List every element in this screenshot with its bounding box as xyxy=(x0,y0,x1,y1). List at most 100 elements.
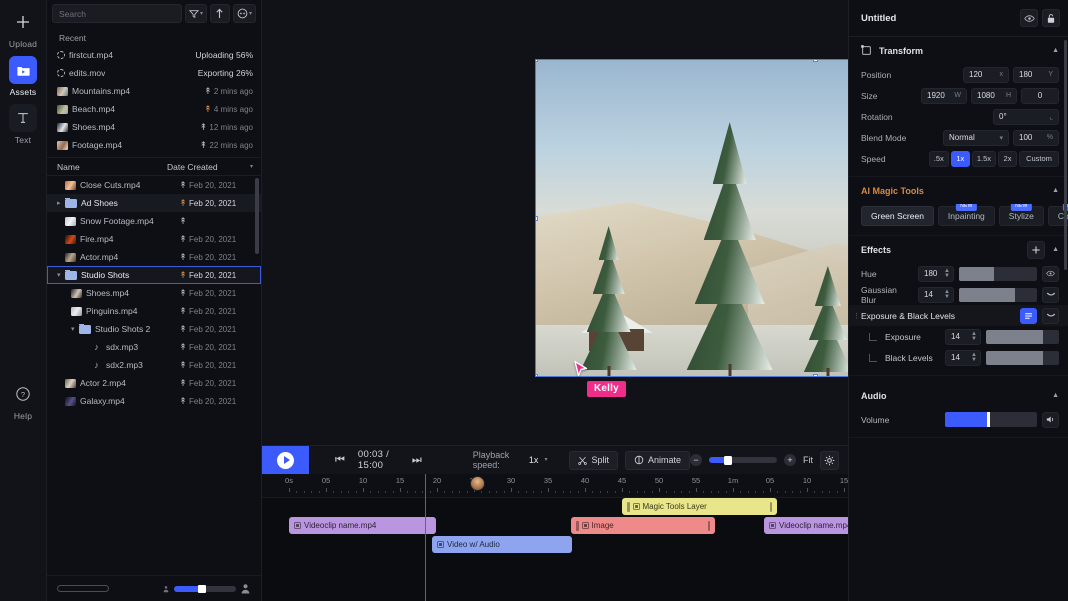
track-row[interactable]: Videoclip name.mp4 Image Videoclip name.… xyxy=(262,517,848,536)
chevron-up-icon[interactable]: ▲ xyxy=(1052,392,1059,399)
speed-option-1x[interactable]: 1x xyxy=(951,151,970,167)
chevron-up-icon[interactable]: ▲ xyxy=(1052,47,1059,54)
playhead[interactable] xyxy=(425,474,426,601)
recent-item[interactable]: firstcut.mp4 Uploading 56% xyxy=(47,46,261,64)
chevron-up-icon[interactable]: ▲ xyxy=(1052,246,1059,253)
animate-button[interactable]: Animate xyxy=(625,451,690,470)
zoom-slider[interactable] xyxy=(709,457,777,463)
transform-section-header[interactable]: Transform ▲ xyxy=(849,37,1068,64)
skip-forward-icon[interactable]: ⏭ xyxy=(412,454,422,467)
recent-item[interactable]: Beach.mp4 ↟ 4 mins ago xyxy=(47,100,261,118)
list-item[interactable]: Actor 2.mp4 ↟ Feb 20, 2021 xyxy=(47,374,261,392)
rail-item-assets[interactable]: Assets xyxy=(1,56,45,97)
search-input[interactable] xyxy=(59,9,175,19)
list-item-folder[interactable]: ▾ Studio Shots 2 ↟ Feb 20, 2021 xyxy=(47,320,261,338)
slider-knob[interactable] xyxy=(198,585,206,593)
stepper-icon[interactable]: ▲▼ xyxy=(944,269,950,278)
position-x-field[interactable]: 120 x xyxy=(963,67,1009,83)
opacity-field[interactable]: 100 % xyxy=(1013,130,1059,146)
speed-option-2x[interactable]: 2x xyxy=(998,151,1017,167)
drag-handle-icon[interactable]: ⋮ xyxy=(853,312,860,320)
speed-option-half[interactable]: .5x xyxy=(929,151,949,167)
ai-tool-inpainting[interactable]: NEW Inpainting xyxy=(938,206,995,226)
list-item[interactable]: Close Cuts.mp4 ↟ Feb 20, 2021 xyxy=(47,176,261,194)
collaborator-avatar-marker[interactable] xyxy=(470,476,485,491)
timeline-clip[interactable]: Video w/ Audio xyxy=(432,536,572,553)
playback-speed-control[interactable]: Playback speed: 1x ▾ xyxy=(473,450,548,470)
timeline-ruler[interactable]: 0s 05 10 15 20 25 30 35 40 45 50 55 1m 0… xyxy=(262,474,848,498)
ai-tool-green-screen[interactable]: Green Screen xyxy=(861,206,934,226)
chevron-down-icon[interactable]: ▾ xyxy=(71,325,79,333)
list-item-folder-selected[interactable]: ▾ Studio Shots ↟ Feb 20, 2021 xyxy=(47,266,261,284)
size-extra-field[interactable]: 0 xyxy=(1021,88,1059,104)
recent-item[interactable]: Mountains.mp4 ↟ 2 mins ago xyxy=(47,82,261,100)
blend-mode-select[interactable]: Normal ▾ xyxy=(943,130,1009,146)
rail-item-help[interactable]: ? Help xyxy=(1,380,45,421)
effect-value-field[interactable]: 14 ▲▼ xyxy=(945,329,981,345)
chevron-down-icon[interactable]: ▾ xyxy=(250,164,253,170)
effect-visibility-button[interactable] xyxy=(1042,266,1059,282)
list-item-audio[interactable]: ♪sdx2.mp3 ↟ Feb 20, 2021 xyxy=(47,356,261,374)
rotation-field[interactable]: 0° ⌞ xyxy=(993,109,1059,125)
track-row[interactable]: Video w/ Audio xyxy=(262,536,848,555)
chevron-right-icon[interactable]: ▸ xyxy=(57,199,65,207)
effect-slider[interactable] xyxy=(986,330,1059,344)
layer-title[interactable]: Untitled xyxy=(861,13,1016,24)
list-item[interactable]: Snow Footage.mp4 ↟ xyxy=(47,212,261,230)
volume-slider-knob[interactable] xyxy=(987,412,990,427)
ai-tool-stylize[interactable]: NEW Stylize xyxy=(999,206,1044,226)
size-width-field[interactable]: 1920 W xyxy=(921,88,967,104)
effect-value-field[interactable]: 14 ▲▼ xyxy=(918,287,954,303)
effect-value-field[interactable]: 14 ▲▼ xyxy=(945,350,981,366)
search-input-wrapper[interactable] xyxy=(52,4,182,23)
fit-button[interactable]: Fit xyxy=(803,455,813,465)
stepper-icon[interactable]: ▲▼ xyxy=(944,290,950,299)
recent-item[interactable]: Footage.mp4 ↟ 22 mins ago xyxy=(47,136,261,154)
selection-handle-top-left[interactable] xyxy=(535,59,538,62)
volume-slider[interactable] xyxy=(945,412,1037,427)
sort-button[interactable] xyxy=(210,4,230,23)
plus-circle-icon[interactable]: + xyxy=(784,454,796,466)
column-header-date[interactable]: Date Created xyxy=(167,162,218,172)
horizontal-scrollbar[interactable] xyxy=(57,585,109,592)
selection-handle-bottom-center[interactable] xyxy=(813,374,818,377)
position-y-field[interactable]: 180 Y xyxy=(1013,67,1059,83)
recent-item[interactable]: edits.mov Exporting 26% xyxy=(47,64,261,82)
chevron-up-icon[interactable]: ▲ xyxy=(1052,187,1059,194)
visibility-toggle[interactable] xyxy=(1020,9,1038,27)
timeline[interactable]: 0s 05 10 15 20 25 30 35 40 45 50 55 1m 0… xyxy=(262,474,848,601)
selection-handle-top-center[interactable] xyxy=(813,59,818,62)
effect-list-button[interactable] xyxy=(1020,308,1037,324)
clip-handle-left[interactable] xyxy=(576,521,579,531)
speed-option-1-5x[interactable]: 1.5x xyxy=(972,151,996,167)
split-button[interactable]: Split xyxy=(569,451,618,470)
recent-item[interactable]: Shoes.mp4 ↟ 12 mins ago xyxy=(47,118,261,136)
track-row[interactable]: Magic Tools Layer Text xyxy=(262,498,848,517)
clip-handle-left[interactable] xyxy=(627,502,630,512)
speed-option-custom[interactable]: Custom xyxy=(1019,151,1059,167)
audio-header[interactable]: Audio ▲ xyxy=(849,382,1068,409)
mute-button[interactable] xyxy=(1042,412,1059,428)
effect-group-exposure[interactable]: ⋮ Exposure & Black Levels xyxy=(849,305,1068,326)
play-button[interactable] xyxy=(262,446,309,475)
filter-button[interactable]: ▾ xyxy=(185,4,207,23)
zoom-slider-knob[interactable] xyxy=(724,456,732,465)
timeline-clip[interactable]: Videoclip name.mp4 xyxy=(764,517,848,534)
size-height-field[interactable]: 1080 H xyxy=(971,88,1017,104)
stepper-icon[interactable]: ▲▼ xyxy=(971,353,977,362)
selection-handle-bottom-left[interactable] xyxy=(535,374,538,377)
thumbnail-size-slider[interactable] xyxy=(162,583,251,594)
chevron-down-icon[interactable]: ▾ xyxy=(544,457,547,463)
inspector-scrollbar[interactable] xyxy=(1064,40,1067,270)
list-item[interactable]: Shoes.mp4 ↟ Feb 20, 2021 xyxy=(47,284,261,302)
list-item[interactable]: Actor.mp4 ↟ Feb 20, 2021 xyxy=(47,248,261,266)
effects-header[interactable]: Effects ▲ xyxy=(849,236,1068,263)
list-item-audio[interactable]: ♪sdx.mp3 ↟ Feb 20, 2021 xyxy=(47,338,261,356)
clip-handle-right[interactable] xyxy=(770,502,773,512)
more-options-button[interactable]: ▾ xyxy=(233,4,256,23)
rail-item-text[interactable]: Text xyxy=(1,104,45,145)
stepper-icon[interactable]: ▲▼ xyxy=(971,332,977,341)
minus-circle-icon[interactable]: − xyxy=(690,454,702,466)
skip-back-icon[interactable]: ⏮ xyxy=(335,454,345,467)
clip-handle-right[interactable] xyxy=(708,521,711,531)
